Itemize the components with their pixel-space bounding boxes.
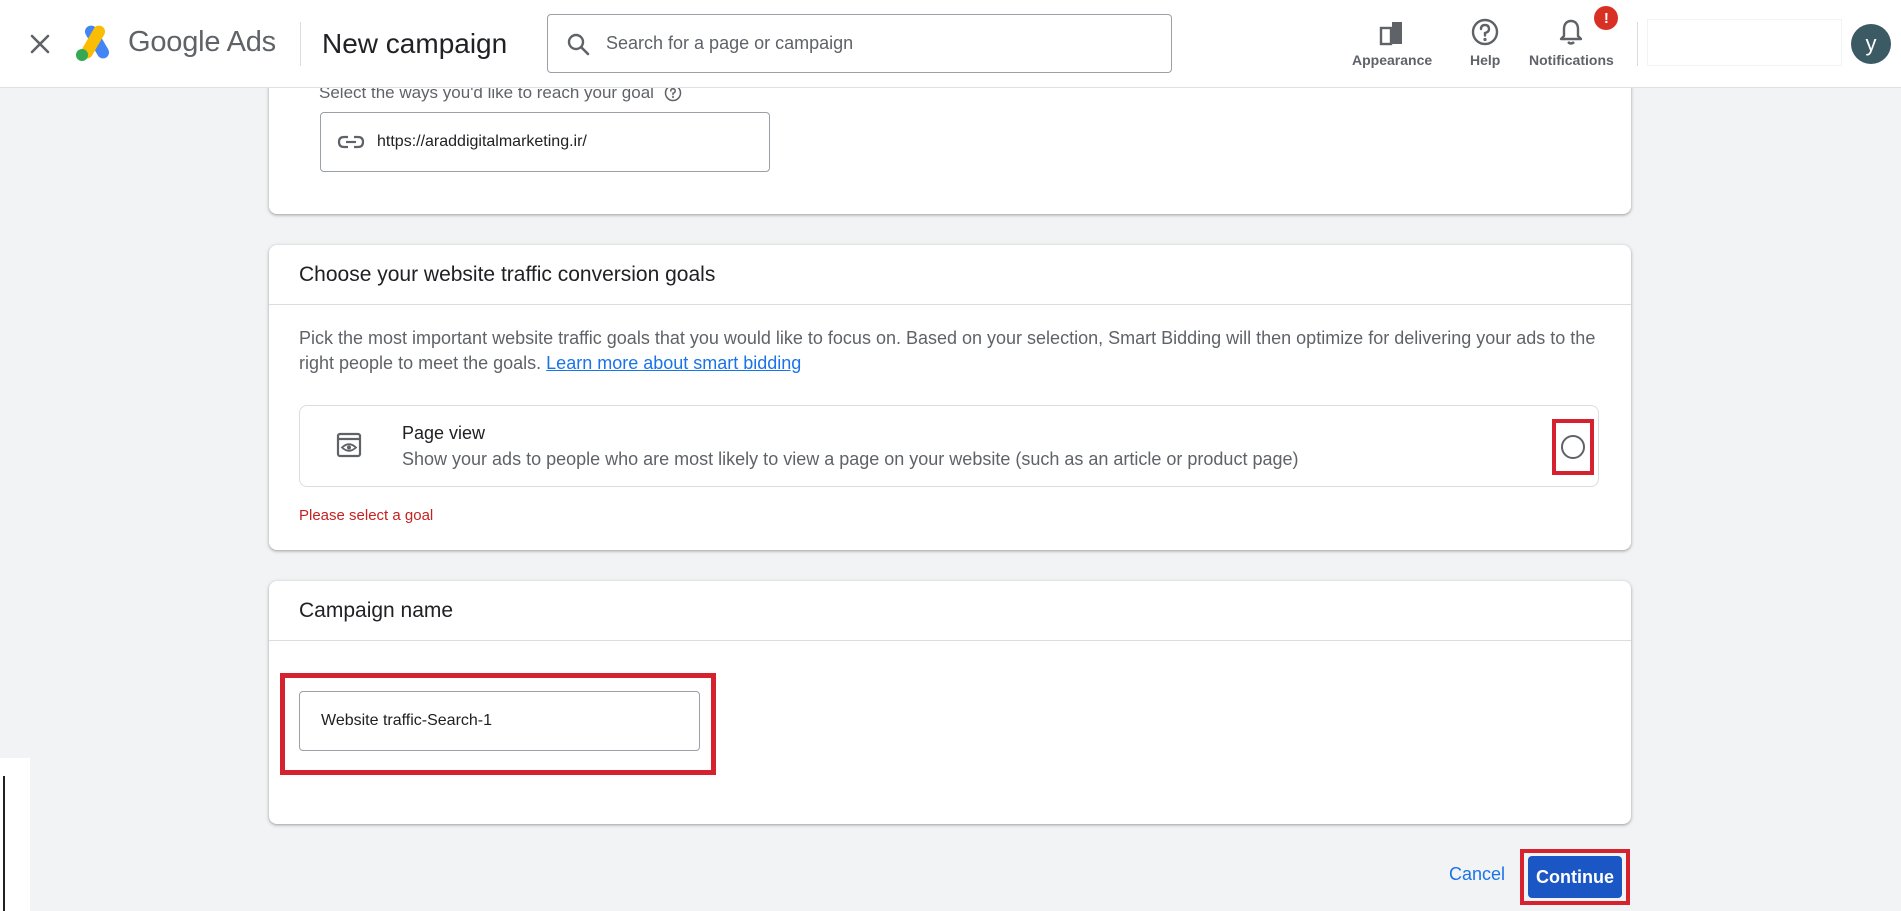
help-button[interactable]: Help: [1470, 12, 1500, 68]
header-divider-right: [1637, 22, 1638, 66]
appearance-label: Appearance: [1352, 52, 1433, 68]
conversion-goals-title: Choose your website traffic conversion g…: [269, 245, 1631, 305]
help-label: Help: [1470, 52, 1501, 68]
page-view-goal-option[interactable]: Page view Show your ads to people who ar…: [299, 405, 1599, 487]
notifications-button[interactable]: ! Notifications: [1529, 6, 1619, 68]
top-app-bar: Google Ads New campaign Appearance Help …: [0, 0, 1901, 88]
appearance-icon: [1379, 12, 1405, 46]
appearance-button[interactable]: Appearance: [1352, 12, 1432, 68]
link-icon: [337, 134, 365, 150]
campaign-name-title: Campaign name: [269, 581, 1631, 641]
notifications-label: Notifications: [1529, 52, 1614, 68]
reach-goal-card: Select the ways you'd like to reach your…: [269, 70, 1631, 214]
continue-button[interactable]: Continue: [1528, 856, 1622, 898]
page-view-radio[interactable]: [1561, 435, 1585, 459]
page-title: New campaign: [322, 28, 508, 59]
brand-name: Google Ads: [128, 26, 276, 59]
conversion-goals-description: Pick the most important website traffic …: [299, 326, 1599, 376]
search-bar[interactable]: [547, 14, 1172, 73]
campaign-name-input[interactable]: [319, 711, 689, 731]
page-view-icon: [336, 432, 362, 463]
goal-error-message: Please select a goal: [299, 507, 434, 524]
conversion-goals-description-text: Pick the most important website traffic …: [299, 328, 1596, 373]
brand-ads: Ads: [226, 26, 277, 58]
avatar[interactable]: y: [1851, 24, 1891, 64]
left-edge-line: [3, 776, 5, 911]
continue-button-highlight: Continue: [1520, 849, 1630, 905]
cancel-button[interactable]: Cancel: [1449, 864, 1505, 885]
bell-icon: !: [1558, 6, 1619, 46]
page-view-title: Page view: [402, 423, 486, 443]
conversion-goals-card: Choose your website traffic conversion g…: [269, 245, 1631, 550]
website-url-value: https://araddigitalmarketing.ir/: [377, 133, 587, 150]
brand-google: Google: [128, 26, 221, 58]
search-icon: [566, 32, 590, 56]
google-ads-logo-icon: [74, 24, 116, 62]
close-icon[interactable]: [24, 28, 56, 60]
page-view-radio-highlight[interactable]: [1552, 419, 1594, 475]
campaign-name-card: Campaign name: [269, 581, 1631, 824]
learn-more-smart-bidding-link[interactable]: Learn more about smart bidding: [546, 353, 801, 373]
campaign-name-field[interactable]: [299, 691, 700, 751]
account-info[interactable]: [1647, 19, 1842, 66]
search-input[interactable]: [604, 32, 1124, 55]
help-icon: [1471, 12, 1499, 46]
website-url-field[interactable]: https://araddigitalmarketing.ir/: [320, 112, 770, 172]
page-view-description: Show your ads to people who are most lik…: [402, 449, 1299, 469]
notification-badge: !: [1594, 6, 1619, 30]
header-divider: [300, 22, 301, 66]
